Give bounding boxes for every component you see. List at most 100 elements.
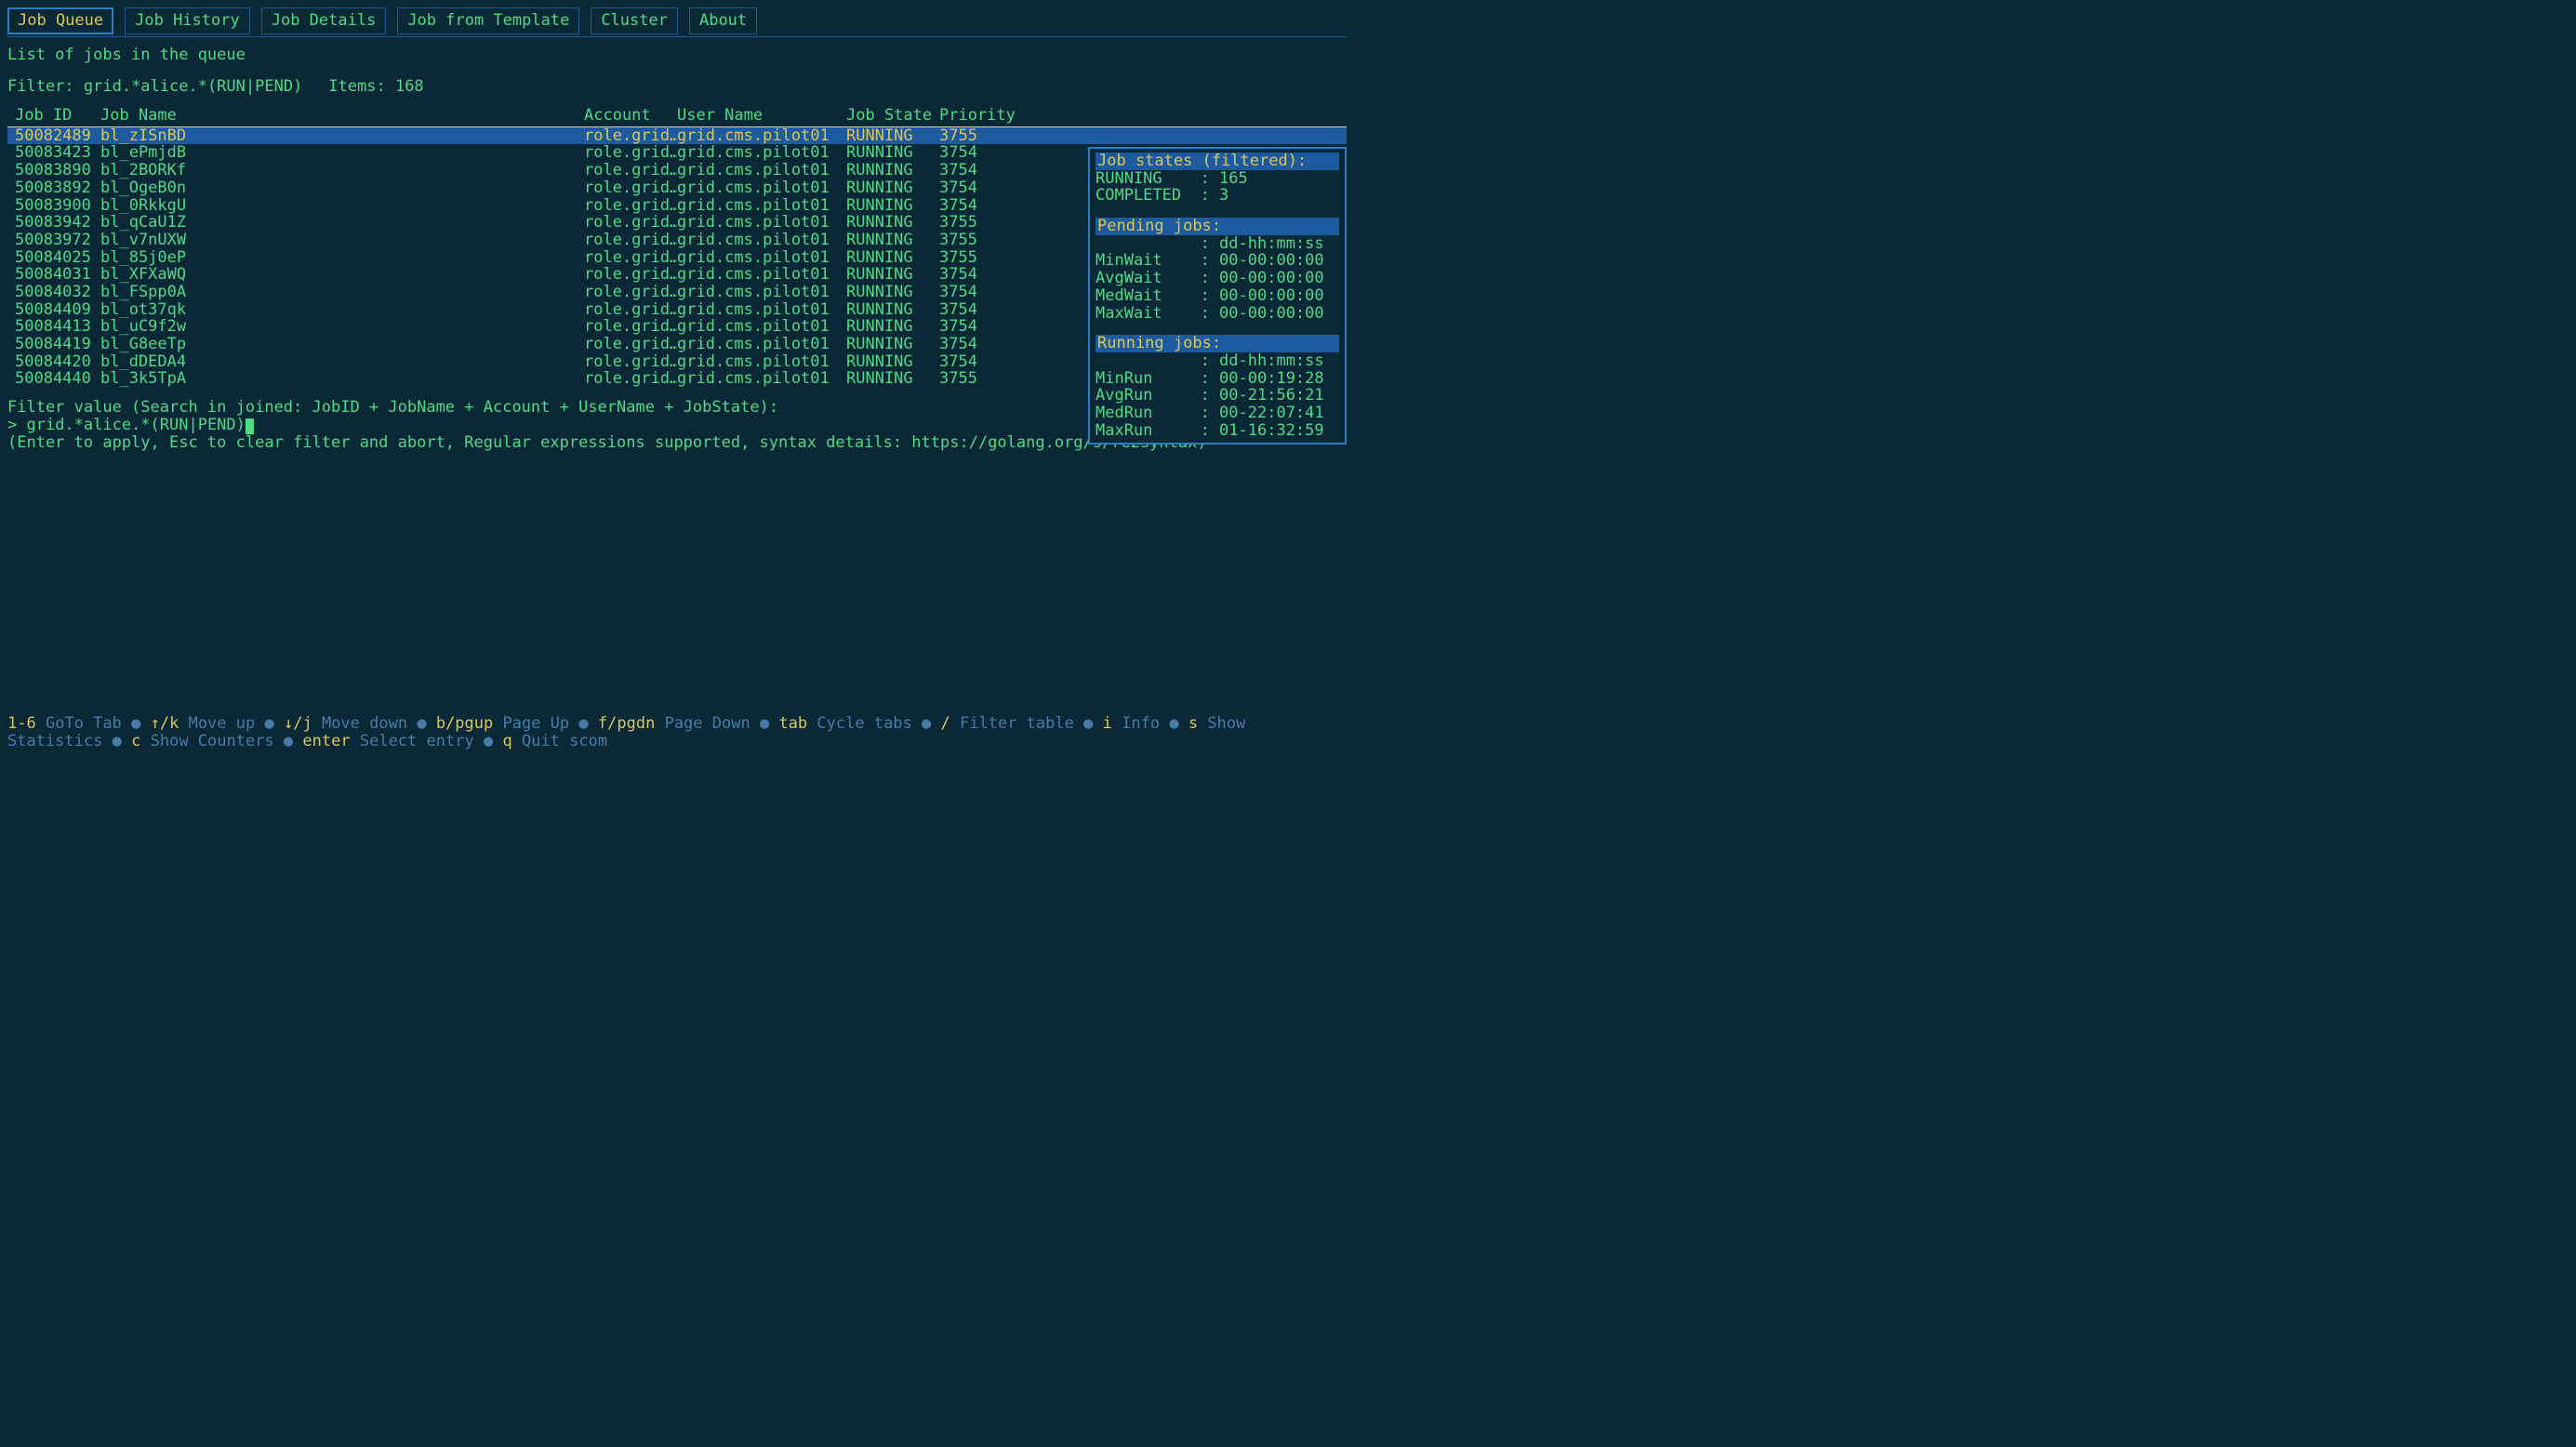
cell-jobid: 50084031 [7, 266, 100, 284]
col-header-jobname[interactable]: Job Name [100, 107, 584, 125]
tab-job-queue[interactable]: Job Queue [7, 7, 113, 34]
tab-job-history[interactable]: Job History [125, 7, 250, 34]
stats-time-format: : dd-hh:mm:ss [1095, 235, 1339, 253]
cell-jobname: bl_ot37qk [100, 301, 584, 319]
stats-pending-line: MedWait : 00-00:00:00 [1095, 287, 1339, 305]
cell-jobid: 50084032 [7, 284, 100, 301]
cell-state: RUNNING [846, 127, 939, 145]
stats-pending-line: MaxWait : 00-00:00:00 [1095, 305, 1339, 323]
stats-pending-line: MinWait : 00-00:00:00 [1095, 252, 1339, 270]
tab-underline [7, 36, 1347, 37]
col-header-jobid[interactable]: Job ID [7, 107, 100, 125]
cell-priority: 3754 [939, 336, 1023, 353]
hint-desc: Move up [189, 714, 256, 733]
items-label: Items: [328, 77, 395, 96]
stats-running-header: Running jobs: [1095, 335, 1339, 352]
hint-key: / [941, 714, 950, 733]
tab-cluster[interactable]: Cluster [591, 7, 678, 34]
hint-key: 1-6 [7, 714, 36, 733]
hint-desc: Select entry [360, 732, 474, 750]
cell-account: role.grid… [584, 127, 677, 145]
cell-state: RUNNING [846, 370, 939, 388]
cursor-icon [246, 418, 254, 434]
cell-jobname: bl_0RkkgU [100, 197, 584, 215]
cell-state: RUNNING [846, 144, 939, 162]
cell-priority: 3754 [939, 266, 1023, 284]
cell-account: role.grid… [584, 336, 677, 353]
cell-account: role.grid… [584, 353, 677, 371]
cell-state: RUNNING [846, 197, 939, 215]
cell-priority: 3755 [939, 249, 1023, 267]
cell-priority: 3754 [939, 353, 1023, 371]
cell-state: RUNNING [846, 179, 939, 197]
filter-label: Filter: [7, 77, 84, 96]
cell-account: role.grid… [584, 266, 677, 284]
cell-user: grid.cms.pilot01 [677, 266, 846, 284]
cell-account: role.grid… [584, 318, 677, 336]
tab-job-from-template[interactable]: Job from Template [397, 7, 579, 34]
cell-jobname: bl_FSpp0A [100, 284, 584, 301]
cell-user: grid.cms.pilot01 [677, 144, 846, 162]
cell-account: role.grid… [584, 162, 677, 179]
hint-key: enter [302, 732, 350, 750]
cell-jobid: 50083892 [7, 179, 100, 197]
stats-running-line: AvgRun : 00-21:56:21 [1095, 387, 1339, 405]
cell-jobname: bl_OgeB0n [100, 179, 584, 197]
tab-about[interactable]: About [689, 7, 757, 34]
cell-account: role.grid… [584, 284, 677, 301]
footer-hints: 1-6 GoTo Tab ● ↑/k Move up ● ↓/j Move do… [7, 715, 1347, 751]
col-header-state[interactable]: Job State [846, 107, 939, 125]
cell-user: grid.cms.pilot01 [677, 284, 846, 301]
hint-desc: Move down [322, 714, 407, 733]
cell-priority: 3754 [939, 284, 1023, 301]
table-header-row: Job ID Job Name Account User Name Job St… [7, 107, 1347, 127]
filter-summary: Filter: grid.*alice.*(RUN|PEND)Items: 16… [7, 78, 1347, 96]
cell-jobname: bl_v7nUXW [100, 232, 584, 249]
cell-state: RUNNING [846, 232, 939, 249]
cell-user: grid.cms.pilot01 [677, 301, 846, 319]
stats-pending-header: Pending jobs: [1095, 218, 1339, 235]
tab-job-details[interactable]: Job Details [261, 7, 387, 34]
cell-account: role.grid… [584, 144, 677, 162]
table-row[interactable]: 50082489bl_zISnBDrole.grid…grid.cms.pilo… [7, 127, 1347, 145]
cell-jobname: bl_85j0eP [100, 249, 584, 267]
cell-user: grid.cms.pilot01 [677, 336, 846, 353]
stats-panel: Job states (filtered): RUNNING : 165COMP… [1088, 147, 1347, 445]
stats-running-line: MinRun : 00-00:19:28 [1095, 370, 1339, 388]
cell-jobname: bl_zISnBD [100, 127, 584, 145]
cell-state: RUNNING [846, 162, 939, 179]
cell-priority: 3755 [939, 232, 1023, 249]
hint-desc: Filter table [960, 714, 1074, 733]
cell-account: role.grid… [584, 301, 677, 319]
stats-state-line: COMPLETED : 3 [1095, 187, 1339, 205]
cell-priority: 3754 [939, 162, 1023, 179]
cell-jobname: bl_XFXaWQ [100, 266, 584, 284]
cell-state: RUNNING [846, 336, 939, 353]
filter-input-prefix: > [7, 416, 26, 434]
cell-priority: 3754 [939, 318, 1023, 336]
hint-key: q [502, 732, 511, 750]
col-header-user[interactable]: User Name [677, 107, 846, 125]
stats-state-line: RUNNING : 165 [1095, 170, 1339, 188]
cell-state: RUNNING [846, 284, 939, 301]
hint-key: s [1188, 714, 1198, 733]
col-header-priority[interactable]: Priority [939, 107, 1023, 125]
cell-jobid: 50083900 [7, 197, 100, 215]
stats-running-line: MaxRun : 01-16:32:59 [1095, 422, 1339, 440]
cell-jobname: bl_3k5TpA [100, 370, 584, 388]
col-header-account[interactable]: Account [584, 107, 677, 125]
stats-time-format: : dd-hh:mm:ss [1095, 352, 1339, 370]
hint-desc: Page Down [665, 714, 750, 733]
cell-jobid: 50083423 [7, 144, 100, 162]
cell-state: RUNNING [846, 301, 939, 319]
stats-states-header: Job states (filtered): [1095, 153, 1339, 170]
cell-jobid: 50082489 [7, 127, 100, 145]
cell-jobname: bl_qCaU1Z [100, 214, 584, 232]
cell-jobid: 50084409 [7, 301, 100, 319]
tab-bar: Job Queue Job History Job Details Job from … [7, 7, 1347, 34]
cell-jobid: 50083942 [7, 214, 100, 232]
cell-account: role.grid… [584, 197, 677, 215]
subtitle: List of jobs in the queue [7, 46, 1347, 64]
cell-user: grid.cms.pilot01 [677, 232, 846, 249]
cell-jobid: 50083890 [7, 162, 100, 179]
